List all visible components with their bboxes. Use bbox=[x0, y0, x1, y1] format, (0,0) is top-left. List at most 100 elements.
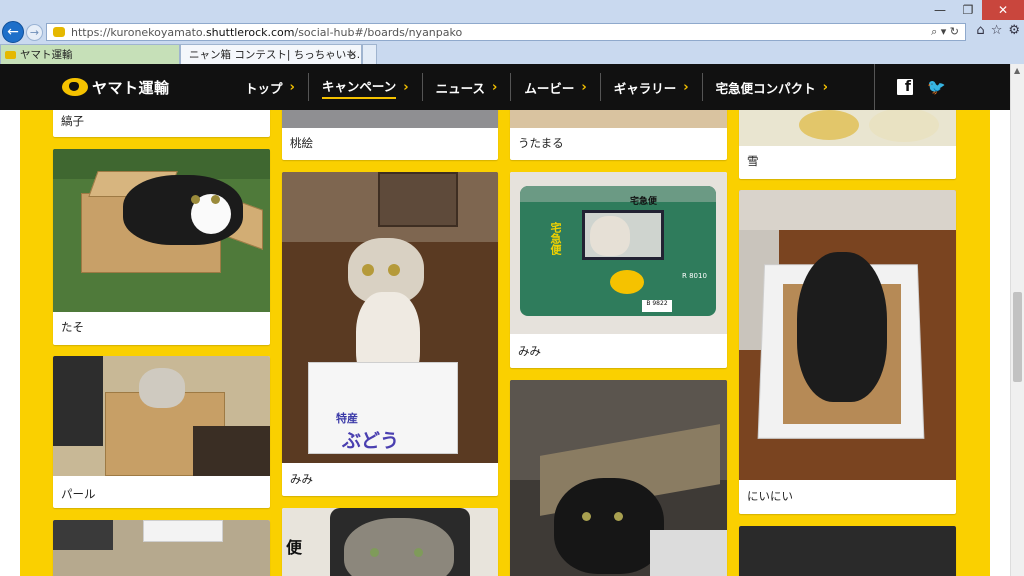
photo-caption: 雪 bbox=[747, 154, 759, 168]
truck-print-text: 宅急便 bbox=[549, 222, 562, 255]
nav-label: トップ bbox=[245, 80, 283, 96]
nav-item-gallery[interactable]: ギャラリー › bbox=[599, 73, 702, 101]
url-path: /social-hub#/boards/nyanpako bbox=[294, 25, 463, 39]
url-text[interactable]: https://kuronekoyamato.shuttlerock.com/s… bbox=[71, 26, 462, 39]
cat-photo: 宅急便 宅急便 R 8010 B 9822 bbox=[510, 172, 727, 334]
photo-card[interactable]: 宅急便 宅急便 R 8010 B 9822 みみ bbox=[510, 172, 727, 368]
nav-item-top[interactable]: トップ › bbox=[232, 73, 308, 101]
photo-card[interactable]: たそ bbox=[53, 149, 270, 345]
browser-toolbar-icons: ⌂ ☆ ⚙ bbox=[976, 23, 1020, 38]
chevron-right-icon: › bbox=[403, 79, 409, 95]
tab-close-icon[interactable]: × bbox=[349, 49, 357, 60]
chevron-right-icon: › bbox=[492, 79, 498, 95]
chevron-right-icon: › bbox=[289, 79, 295, 95]
photo-card[interactable]: 縞子 bbox=[53, 110, 270, 137]
photo-card[interactable] bbox=[53, 520, 270, 576]
tab-yamato[interactable]: ヤマト運輸 bbox=[0, 44, 180, 64]
photo-board: 縞子 たそ パール 桃絵 特産 ぶどう みみ 便 うたまる 宅急便 宅急便 R … bbox=[20, 110, 990, 576]
tab-favicon-icon bbox=[5, 50, 16, 59]
address-bar[interactable]: https://kuronekoyamato.shuttlerock.com/s… bbox=[46, 23, 966, 41]
truck-print-text: B 9822 bbox=[642, 300, 672, 312]
nav-item-movie[interactable]: ムービー › bbox=[510, 73, 599, 101]
page-content: 縞子 たそ パール 桃絵 特産 ぶどう みみ 便 うたまる 宅急便 宅急便 R … bbox=[0, 110, 1010, 576]
facebook-icon[interactable]: f bbox=[897, 79, 913, 95]
cat-photo: 便 bbox=[282, 508, 498, 576]
yamato-logo[interactable]: ヤマト運輸 bbox=[62, 76, 170, 98]
address-tools[interactable]: ⌕ ▾ ↻ bbox=[931, 24, 959, 40]
nav-item-compact[interactable]: 宅急便コンパクト › bbox=[701, 73, 841, 101]
photo-caption: 縞子 bbox=[61, 114, 84, 128]
tab-nyanpako[interactable]: ニャン箱 コンテスト| ちっちゃいも... × bbox=[180, 44, 362, 64]
url-domain: shuttlerock.com bbox=[205, 25, 295, 39]
tab-strip: ヤマト運輸 ニャン箱 コンテスト| ちっちゃいも... × bbox=[0, 44, 1024, 64]
truck-print-text: R 8010 bbox=[682, 272, 707, 280]
favorites-star-icon[interactable]: ☆ bbox=[991, 23, 1003, 38]
photo-card[interactable]: 桃絵 bbox=[282, 110, 498, 160]
photo-caption: たそ bbox=[61, 320, 84, 334]
restore-button[interactable]: ❐ bbox=[954, 0, 982, 20]
url-prefix: https://kuronekoyamato. bbox=[71, 25, 206, 39]
site-header: ヤマト運輸 トップ › キャンペーン › ニュース › ムービー › ギャラリー › 宅急… bbox=[0, 64, 1010, 110]
nav-label: キャンペーン bbox=[321, 76, 397, 99]
photo-caption: みみ bbox=[518, 344, 541, 358]
twitter-icon[interactable]: 🐦 bbox=[927, 78, 946, 96]
back-arrow-icon: ← bbox=[7, 24, 19, 40]
chevron-right-icon: › bbox=[822, 79, 828, 95]
close-window-button[interactable]: ✕ bbox=[982, 0, 1024, 20]
photo-card[interactable]: 特産 ぶどう みみ bbox=[282, 172, 498, 496]
nav-label: ニュース bbox=[435, 80, 486, 96]
forward-button[interactable]: → bbox=[26, 24, 43, 41]
box-print-text: ぶどう bbox=[342, 430, 400, 452]
photo-caption: 桃絵 bbox=[290, 136, 313, 150]
logo-text: ヤマト運輸 bbox=[92, 78, 170, 97]
minimize-button[interactable]: — bbox=[926, 0, 954, 20]
photo-card[interactable]: 便 bbox=[282, 508, 498, 576]
settings-gear-icon[interactable]: ⚙ bbox=[1008, 23, 1020, 38]
photo-card[interactable] bbox=[739, 526, 956, 576]
box-print-text: 特産 bbox=[336, 412, 358, 425]
nav-item-campaign[interactable]: キャンペーン › bbox=[307, 73, 422, 101]
cat-photo bbox=[53, 520, 270, 576]
photo-caption: うたまる bbox=[518, 136, 564, 150]
nav-label: ギャラリー bbox=[613, 80, 677, 96]
cat-photo bbox=[739, 526, 956, 576]
site-favicon-icon bbox=[53, 27, 65, 37]
address-row: ← → https://kuronekoyamato.shuttlerock.c… bbox=[0, 20, 1024, 44]
photo-card[interactable] bbox=[510, 380, 727, 576]
nav-label: ムービー bbox=[524, 80, 575, 96]
main-nav: トップ › キャンペーン › ニュース › ムービー › ギャラリー › 宅急便コンパクト… bbox=[232, 64, 841, 110]
browser-chrome: — ❐ ✕ ← → https://kuronekoyamato.shuttle… bbox=[0, 0, 1024, 64]
tab-label: ヤマト運輸 bbox=[20, 49, 73, 61]
photo-caption: パール bbox=[61, 487, 96, 501]
cat-photo bbox=[510, 380, 727, 576]
new-tab-button[interactable] bbox=[362, 44, 377, 64]
cat-photo bbox=[510, 110, 727, 128]
nav-label: 宅急便コンパクト bbox=[715, 80, 816, 96]
social-links: f 🐦 bbox=[874, 64, 946, 110]
photo-caption: みみ bbox=[290, 472, 313, 486]
chevron-right-icon: › bbox=[683, 79, 689, 95]
chevron-right-icon: › bbox=[581, 79, 587, 95]
box-print-text: 便 bbox=[286, 538, 303, 557]
home-icon[interactable]: ⌂ bbox=[976, 23, 984, 38]
photo-card[interactable]: にいにい bbox=[739, 190, 956, 514]
cat-photo bbox=[739, 110, 956, 146]
photo-caption: にいにい bbox=[747, 489, 793, 503]
scrollbar-thumb[interactable] bbox=[1013, 292, 1022, 382]
forward-arrow-icon: → bbox=[29, 26, 40, 39]
back-button[interactable]: ← bbox=[2, 21, 24, 43]
window-controls: — ❐ ✕ bbox=[926, 0, 1024, 20]
cat-photo bbox=[53, 356, 270, 476]
nav-item-news[interactable]: ニュース › bbox=[421, 73, 511, 101]
black-cat-logo-icon bbox=[62, 78, 88, 96]
cat-photo bbox=[739, 190, 956, 480]
truck-print-text: 宅急便 bbox=[630, 197, 658, 207]
cat-photo: 特産 ぶどう bbox=[282, 172, 498, 463]
photo-card[interactable]: パール bbox=[53, 356, 270, 508]
scroll-up-icon[interactable]: ▲ bbox=[1014, 66, 1020, 75]
tab-label: ニャン箱 コンテスト| ちっちゃいも... bbox=[189, 49, 362, 61]
photo-card[interactable]: 雪 bbox=[739, 110, 956, 179]
photo-card[interactable]: うたまる bbox=[510, 110, 727, 160]
page-scrollbar[interactable]: ▲ bbox=[1010, 64, 1024, 576]
cat-photo bbox=[282, 110, 498, 128]
